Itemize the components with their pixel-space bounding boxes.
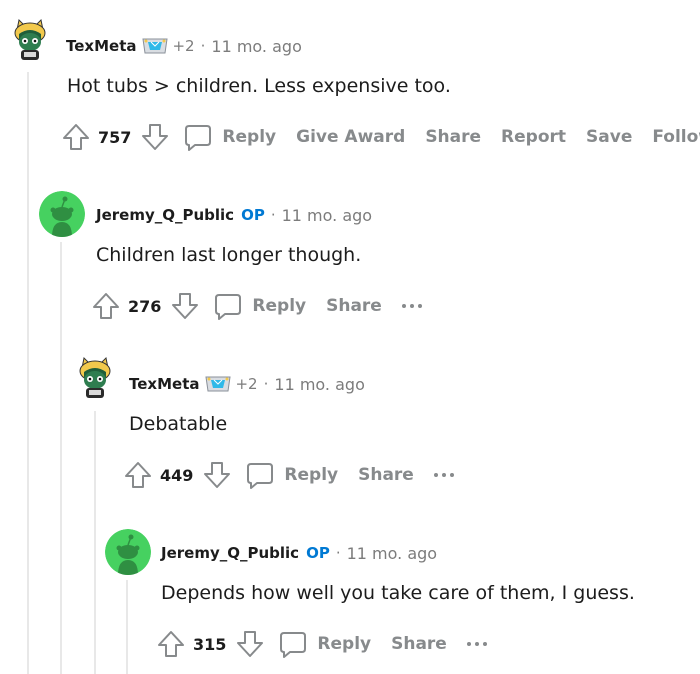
follow-button[interactable]: Follow <box>652 127 700 147</box>
reply-button[interactable]: Reply <box>245 460 338 490</box>
report-button[interactable]: Report <box>501 127 566 147</box>
award-gem-icon[interactable] <box>142 36 169 56</box>
comment-meta: TexMeta +2 · 11 mo. ago <box>129 374 365 394</box>
vote-score: 315 <box>193 634 227 654</box>
vote-score: 757 <box>98 127 132 147</box>
award-count[interactable]: +2 <box>172 37 194 55</box>
upvote-icon[interactable] <box>124 460 152 490</box>
snoo-avatar-icon <box>39 191 85 237</box>
comment-actions: 757 Reply Give Award Share Report Save F… <box>62 120 700 154</box>
meta-separator: · <box>263 375 269 393</box>
upvote-icon[interactable] <box>62 122 90 152</box>
more-options-icon[interactable] <box>433 465 458 485</box>
op-badge: OP <box>306 544 330 562</box>
upvote-icon[interactable] <box>92 291 120 321</box>
reply-label: Reply <box>284 465 339 485</box>
meta-separator: · <box>200 37 206 55</box>
timestamp[interactable]: 11 mo. ago <box>211 37 301 56</box>
op-badge: OP <box>241 206 265 224</box>
comment-actions: 315 Reply Share <box>157 627 491 661</box>
upvote-icon[interactable] <box>157 629 185 659</box>
timestamp[interactable]: 11 mo. ago <box>274 375 364 394</box>
downvote-icon[interactable] <box>141 122 169 152</box>
reply-label: Reply <box>317 634 372 654</box>
timestamp[interactable]: 11 mo. ago <box>282 206 372 225</box>
share-button[interactable]: Share <box>326 296 382 316</box>
comment-meta: Jeremy_Q_Public OP · 11 mo. ago <box>161 543 437 563</box>
username[interactable]: TexMeta <box>129 375 199 393</box>
comment-actions: 449 Reply Share <box>124 458 458 492</box>
comment-bubble-icon <box>183 122 213 152</box>
give-award-button[interactable]: Give Award <box>296 127 405 147</box>
vote-score: 276 <box>128 296 162 316</box>
comment-bubble-icon <box>278 629 308 659</box>
vote-score: 449 <box>160 465 194 485</box>
avatar-jeremy-q-public[interactable] <box>105 529 151 575</box>
snoo-cat-avatar-icon <box>7 16 53 62</box>
downvote-icon[interactable] <box>236 629 264 659</box>
more-options-icon[interactable] <box>401 296 426 316</box>
comment-body: Hot tubs > children. Less expensive too. <box>67 75 451 97</box>
meta-separator: · <box>335 544 341 562</box>
reply-label: Reply <box>252 296 307 316</box>
share-button[interactable]: Share <box>425 127 481 147</box>
thread-line-3[interactable] <box>94 411 96 674</box>
comment-meta: TexMeta +2 · 11 mo. ago <box>66 36 302 56</box>
comment-body: Children last longer though. <box>96 244 362 266</box>
share-button[interactable]: Share <box>358 465 414 485</box>
reply-button[interactable]: Reply <box>278 629 371 659</box>
thread-line-1[interactable] <box>27 72 29 674</box>
meta-separator: · <box>270 206 276 224</box>
reply-button[interactable]: Reply <box>183 122 276 152</box>
award-gem-icon[interactable] <box>205 374 232 394</box>
downvote-icon[interactable] <box>203 460 231 490</box>
comment-body: Debatable <box>129 413 228 435</box>
username[interactable]: TexMeta <box>66 37 136 55</box>
award-count[interactable]: +2 <box>235 375 257 393</box>
downvote-icon[interactable] <box>171 291 199 321</box>
timestamp[interactable]: 11 mo. ago <box>347 544 437 563</box>
comment-actions: 276 Reply Share <box>92 289 426 323</box>
avatar-jeremy-q-public[interactable] <box>39 191 85 237</box>
snoo-avatar-icon <box>105 529 151 575</box>
comment-body: Depends how well you take care of them, … <box>161 582 635 604</box>
comment-meta: Jeremy_Q_Public OP · 11 mo. ago <box>96 205 372 225</box>
more-options-icon[interactable] <box>466 634 491 654</box>
save-button[interactable]: Save <box>586 127 632 147</box>
share-button[interactable]: Share <box>391 634 447 654</box>
comment-bubble-icon <box>213 291 243 321</box>
snoo-cat-avatar-icon <box>72 354 118 400</box>
reply-button[interactable]: Reply <box>213 291 306 321</box>
thread-line-2[interactable] <box>60 242 62 674</box>
avatar-texmeta[interactable] <box>72 354 118 400</box>
avatar-texmeta[interactable] <box>7 16 53 62</box>
thread-line-4[interactable] <box>126 580 128 674</box>
username[interactable]: Jeremy_Q_Public <box>96 206 234 224</box>
username[interactable]: Jeremy_Q_Public <box>161 544 299 562</box>
comment-bubble-icon <box>245 460 275 490</box>
reply-label: Reply <box>222 127 277 147</box>
